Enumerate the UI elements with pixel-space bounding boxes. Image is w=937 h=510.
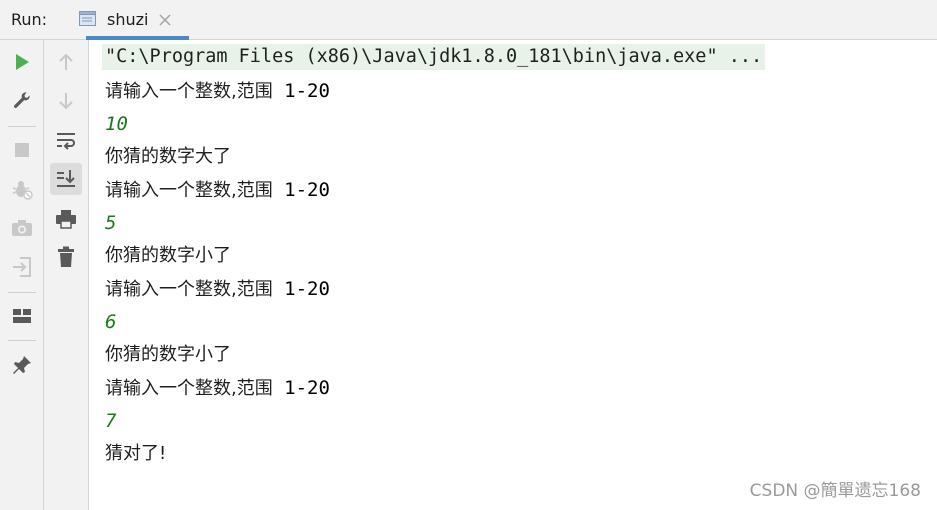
watermark: CSDN @簡單遗忘168 [749,481,921,501]
run-label: Run: [11,10,48,29]
command-line: "C:\Program Files (x86)\Java\jdk1.8.0_18… [102,44,766,70]
console-toolbar [44,40,89,510]
debug-icon [11,179,33,201]
run-tool-window: Run: shuzi "C:\Program Files (x86)\Java\… [0,0,937,510]
console-line-input: 7 [105,410,117,432]
console-line-prompt: 请输入一个整数,范围 1-20 [105,278,330,300]
console-line-input: 6 [105,311,117,333]
console-line-prompt: 请输入一个整数,范围 1-20 [105,80,330,102]
trash-icon [57,246,75,268]
soft-wrap-button[interactable] [52,126,80,154]
console-line-message: 你猜的数字小了 [105,344,231,365]
print-icon [55,209,77,229]
layout-icon [12,308,32,324]
close-icon[interactable] [158,12,172,26]
run-header: Run: shuzi [0,0,937,40]
console-line-input: 5 [105,212,117,234]
wrench-icon [12,90,32,110]
exit-icon [11,256,33,278]
camera-icon [11,219,33,237]
debug-button[interactable] [8,176,36,204]
restore-layout-button[interactable] [8,302,36,330]
console-line-message: 你猜的数字小了 [105,245,231,266]
run-toolbar [0,40,44,510]
soft-wrap-icon [55,130,77,150]
toolbar-separator [8,340,36,341]
arrow-up-icon [57,52,75,72]
edit-configuration-button[interactable] [8,86,36,114]
tab-shuzi[interactable]: shuzi [74,0,190,40]
next-occurrence-button[interactable] [52,87,80,115]
console-line-prompt: 请输入一个整数,范围 1-20 [105,179,330,201]
toolbar-separator [8,292,36,293]
console-line-message: 你猜的数字大了 [105,146,231,167]
console-output[interactable]: "C:\Program Files (x86)\Java\jdk1.8.0_18… [89,40,937,510]
dump-threads-button[interactable] [8,214,36,242]
scroll-to-end-icon [55,169,77,189]
print-button[interactable] [52,205,80,233]
exit-button[interactable] [8,253,36,281]
toolbar-separator [8,126,36,127]
pin-icon [11,354,33,376]
stop-icon [14,142,30,158]
stop-button[interactable] [8,136,36,164]
arrow-down-icon [57,91,75,111]
previous-occurrence-button[interactable] [52,48,80,76]
rerun-button[interactable] [8,48,36,76]
scroll-to-end-button[interactable] [50,163,82,195]
console-line-input: 10 [105,113,128,135]
play-icon [14,53,30,71]
clear-all-button[interactable] [52,243,80,271]
console-line-prompt: 请输入一个整数,范围 1-20 [105,377,330,399]
pin-tab-button[interactable] [8,351,36,379]
console-tab-icon [79,11,96,26]
tab-label: shuzi [107,10,149,29]
console-line-message: 猜对了! [105,443,167,464]
